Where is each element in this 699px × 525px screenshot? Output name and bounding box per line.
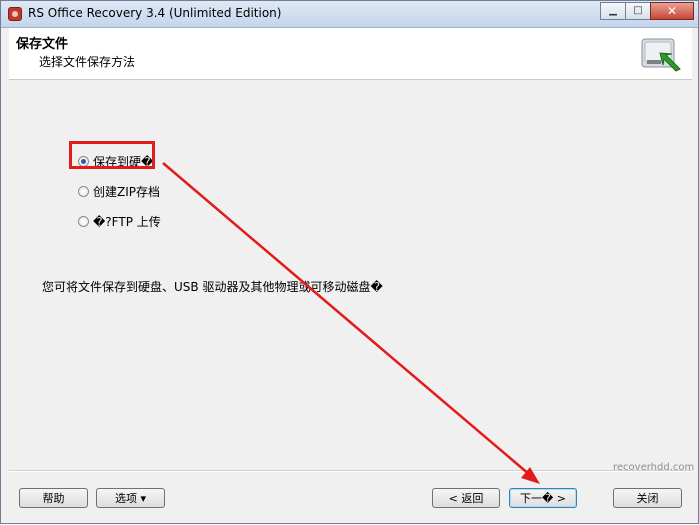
wizard-header: 保存文件 选择文件保存方法 <box>9 28 692 80</box>
maximize-button[interactable]: □ <box>625 2 651 20</box>
window-title: RS Office Recovery 3.4 (Unlimited Editio… <box>28 6 282 20</box>
app-icon[interactable] <box>8 7 22 21</box>
option-label-create-zip: 创建ZIP存档 <box>93 185 160 199</box>
close-button[interactable]: 关闭 <box>613 488 682 508</box>
radio-ftp-upload[interactable] <box>78 216 89 227</box>
window-controls: ▁ □ ✕ <box>600 2 694 20</box>
title-bar[interactable]: RS Office Recovery 3.4 (Unlimited Editio… <box>1 1 698 28</box>
page-subtitle: 选择文件保存方法 <box>39 55 136 69</box>
option-ftp-upload[interactable]: �?FTP 上传 <box>78 213 161 230</box>
option-description: 您可将文件保存到硬盘、USB 驱动器及其他物理或可移动磁盘� <box>42 280 383 294</box>
close-window-button[interactable]: ✕ <box>650 2 694 20</box>
footer-divider <box>9 470 692 472</box>
back-button[interactable]: < 返回 <box>432 488 500 508</box>
options-button[interactable]: 选项 ▾ <box>96 488 165 508</box>
minimize-button[interactable]: ▁ <box>600 2 626 20</box>
annotation-highlight-box <box>69 141 155 169</box>
radio-create-zip[interactable] <box>78 186 89 197</box>
option-label-ftp-upload: �?FTP 上传 <box>93 215 161 229</box>
page-title: 保存文件 <box>16 37 69 52</box>
app-window: RS Office Recovery 3.4 (Unlimited Editio… <box>0 0 699 524</box>
hard-drive-arrow-icon <box>641 38 681 72</box>
help-button[interactable]: 帮助 <box>19 488 88 508</box>
wizard-content: 保存到硬� 创建ZIP存档 �?FTP 上传 您可将文件保存到硬盘、USB 驱动… <box>9 80 694 525</box>
next-button[interactable]: 下一� > <box>509 488 577 508</box>
option-create-zip[interactable]: 创建ZIP存档 <box>78 183 160 200</box>
